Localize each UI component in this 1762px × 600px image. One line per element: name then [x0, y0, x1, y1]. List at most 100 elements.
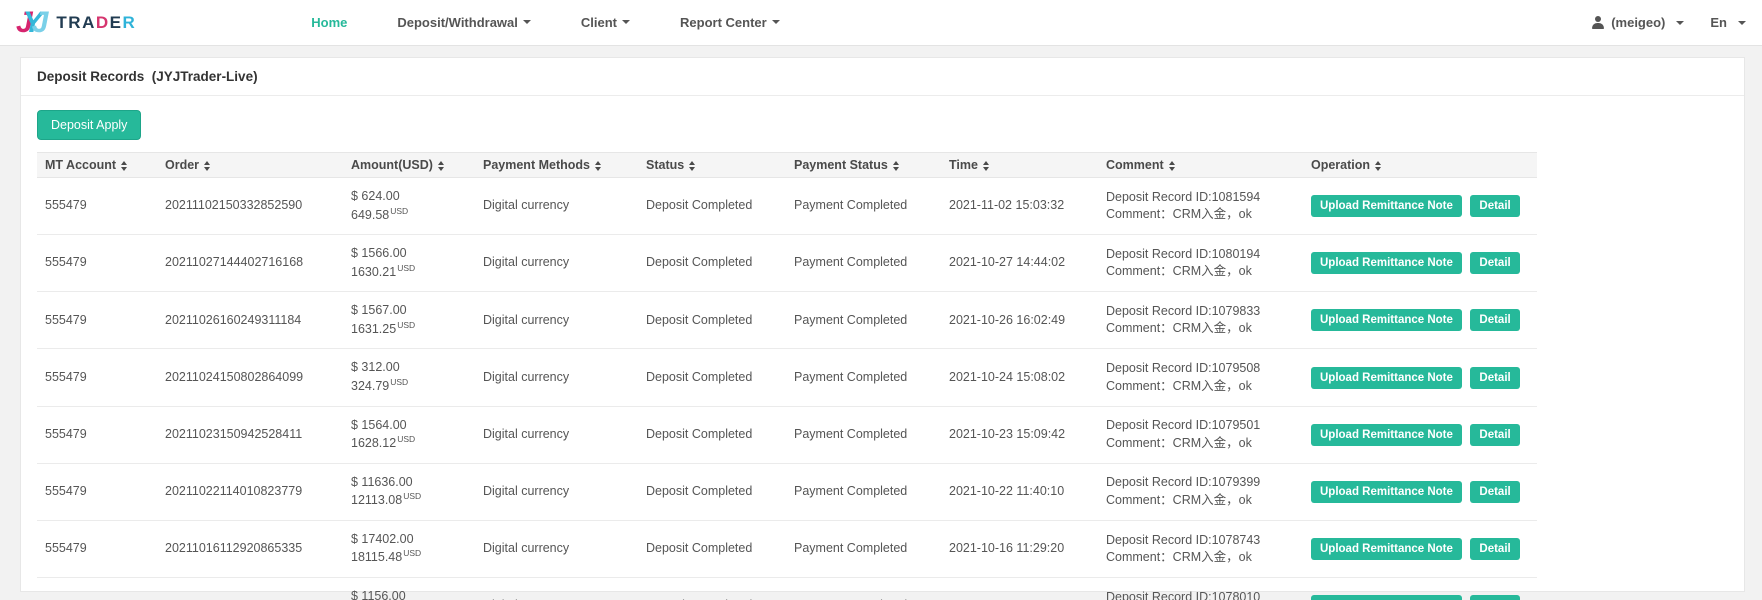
cell-status: Deposit Completed — [638, 348, 786, 407]
chevron-down-icon — [622, 20, 631, 24]
column-header-order[interactable]: Order — [157, 152, 343, 178]
comment-text: Comment：CRM入金，ok — [1106, 435, 1252, 450]
nav-item-label: Home — [311, 14, 348, 30]
detail-button[interactable]: Detail — [1470, 252, 1520, 275]
comment-text: Comment：CRM入金，ok — [1106, 378, 1252, 393]
cell-comment: Deposit Record ID:1079501 Comment：CRM入金，… — [1098, 405, 1303, 464]
nav-item-home[interactable]: Home — [286, 14, 372, 32]
cell-payment-method: Digital currency — [475, 291, 638, 349]
table-row: 555479 20211026160249311184 $ 1567.00 16… — [37, 291, 1537, 349]
cell-time: 2021-11-02 15:03:32 — [949, 198, 1065, 213]
cell-payment-method: Digital currency — [475, 234, 638, 292]
cell-payment-status: Payment Completed — [786, 462, 941, 521]
upload-remittance-note-button[interactable]: Upload Remittance Note — [1311, 366, 1462, 389]
cell-amount: $ 312.00 324.79USD — [343, 348, 475, 407]
sort-icon — [689, 160, 696, 171]
amount-original: $ 1567.00 — [351, 303, 407, 318]
deposit-apply-button[interactable]: Deposit Apply — [37, 110, 142, 140]
comment-text: Comment：CRM入金，ok — [1106, 321, 1252, 336]
column-header-amount-usd[interactable]: Amount(USD) — [343, 152, 475, 178]
currency-unit: USD — [403, 491, 422, 502]
table-header-row: MT Account Order Amount(USD) Payment Method… — [37, 152, 1537, 178]
language-menu[interactable]: En — [1710, 15, 1746, 30]
navbar: JYJ TRADER Home Deposit/Withdrawal Client R… — [0, 0, 1762, 46]
cell-mt-account: 555479 — [37, 519, 157, 578]
column-header-payment-status[interactable]: Payment Status — [786, 152, 941, 178]
page-title: Deposit Records (JYJTrader-Live) — [21, 58, 1744, 96]
main-nav: Home Deposit/Withdrawal Client Report Cente… — [286, 14, 804, 32]
cell-status: Deposit Completed — [638, 462, 786, 521]
cell-operation: Upload Remittance Note Detail — [1303, 462, 1537, 521]
currency-unit: USD — [397, 319, 416, 330]
currency-unit: USD — [397, 434, 416, 445]
cell-status: Deposit Completed — [638, 577, 786, 600]
amount-converted: 1630.21USD — [351, 262, 416, 279]
table-row: 555479 20211008183801888461 $ 1156.00 12… — [37, 577, 1537, 600]
upload-remittance-note-button[interactable]: Upload Remittance Note — [1311, 423, 1462, 446]
detail-button[interactable]: Detail — [1470, 423, 1520, 446]
nav-item-deposit-withdrawal[interactable]: Deposit/Withdrawal — [372, 14, 556, 32]
comment-record-id: Deposit Record ID:1078010 — [1106, 589, 1261, 600]
column-header-operation[interactable]: Operation — [1303, 152, 1537, 178]
column-label: Comment — [1106, 158, 1164, 172]
table-row: 555479 20211023150942528411 $ 1564.00 16… — [37, 405, 1537, 464]
cell-order: 20211026160249311184 — [157, 291, 343, 349]
cell-mt-account: 555479 — [37, 462, 157, 521]
sort-icon — [982, 160, 989, 171]
cell-payment-method: Digital currency — [475, 462, 638, 521]
amount-original: $ 624.00 — [351, 189, 400, 203]
cell-time: 2021-10-27 14:44:02 — [941, 234, 1098, 292]
upload-remittance-note-button[interactable]: Upload Remittance Note — [1311, 480, 1462, 503]
content-card: Deposit Records (JYJTrader-Live) Deposit… — [20, 57, 1745, 600]
cell-order: 20211023150942528411 — [157, 405, 343, 464]
column-header-comment[interactable]: Comment — [1098, 152, 1303, 178]
cell-mt-account: 555479 — [45, 198, 87, 213]
sort-icon — [1375, 160, 1382, 171]
upload-remittance-note-button[interactable]: Upload Remittance Note — [1311, 538, 1462, 561]
cell-order: 20211008183801888461 — [157, 577, 343, 600]
cell-operation: Upload Remittance Note Detail — [1303, 405, 1537, 464]
column-header-status[interactable]: Status — [638, 152, 786, 178]
column-header-mt-account[interactable]: MT Account — [37, 152, 157, 178]
column-label: Time — [949, 158, 978, 172]
comment-text: Comment：CRM入金，ok — [1106, 492, 1252, 507]
table-body: 555479 20211102150332852590 $ 624.00 649… — [37, 178, 1537, 600]
sort-icon — [1168, 160, 1175, 171]
comment-record-id: Deposit Record ID:1079833 — [1106, 303, 1261, 318]
cell-payment-status: Payment Completed — [786, 291, 941, 349]
detail-button[interactable]: Detail — [1470, 538, 1520, 561]
detail-button[interactable]: Detail — [1470, 595, 1520, 600]
amount-original: $ 312.00 — [351, 360, 400, 375]
cell-order: 20211024150802864099 — [157, 348, 343, 407]
amount-converted: 12113.08USD — [351, 491, 422, 508]
cell-operation: Upload Remittance Note Detail — [1303, 291, 1537, 349]
nav-item-label: Deposit/Withdrawal — [397, 14, 518, 30]
cell-payment-method: Digital currency — [475, 348, 638, 407]
cell-time: 2021-10-22 11:40:10 — [941, 462, 1098, 521]
cell-time: 2021-10-24 15:08:02 — [941, 348, 1098, 407]
user-icon — [1591, 16, 1605, 29]
nav-item-client[interactable]: Client — [556, 14, 655, 32]
cell-status: Deposit Completed — [638, 405, 786, 464]
chevron-down-icon — [1738, 20, 1746, 25]
detail-button[interactable]: Detail — [1470, 366, 1520, 389]
detail-button[interactable]: Detail — [1470, 309, 1520, 332]
detail-button[interactable]: Detail — [1470, 195, 1520, 218]
column-header-time[interactable]: Time — [941, 152, 1098, 178]
cell-amount: $ 1564.00 1628.12USD — [343, 405, 475, 464]
brand-logo[interactable]: JYJ TRADER — [16, 7, 136, 38]
upload-remittance-note-button[interactable]: Upload Remittance Note — [1311, 595, 1462, 600]
nav-item-report-center[interactable]: Report Center — [655, 14, 805, 32]
upload-remittance-note-button[interactable]: Upload Remittance Note — [1311, 309, 1462, 332]
cell-comment: Deposit Record ID:1081594 Comment：CRM入金，… — [1098, 178, 1303, 235]
cell-status: Deposit Completed — [646, 198, 753, 213]
column-label: Amount(USD) — [351, 158, 433, 172]
column-header-payment-methods[interactable]: Payment Methods — [475, 152, 638, 178]
cell-operation: Upload Remittance Note Detail — [1303, 234, 1537, 292]
upload-remittance-note-button[interactable]: Upload Remittance Note — [1311, 252, 1462, 275]
user-menu[interactable]: (meigeo) — [1591, 15, 1685, 30]
column-label: Payment Methods — [483, 158, 590, 172]
detail-button[interactable]: Detail — [1470, 480, 1520, 503]
upload-remittance-note-button[interactable]: Upload Remittance Note — [1311, 195, 1462, 218]
amount-converted: 18115.48USD — [351, 548, 422, 565]
